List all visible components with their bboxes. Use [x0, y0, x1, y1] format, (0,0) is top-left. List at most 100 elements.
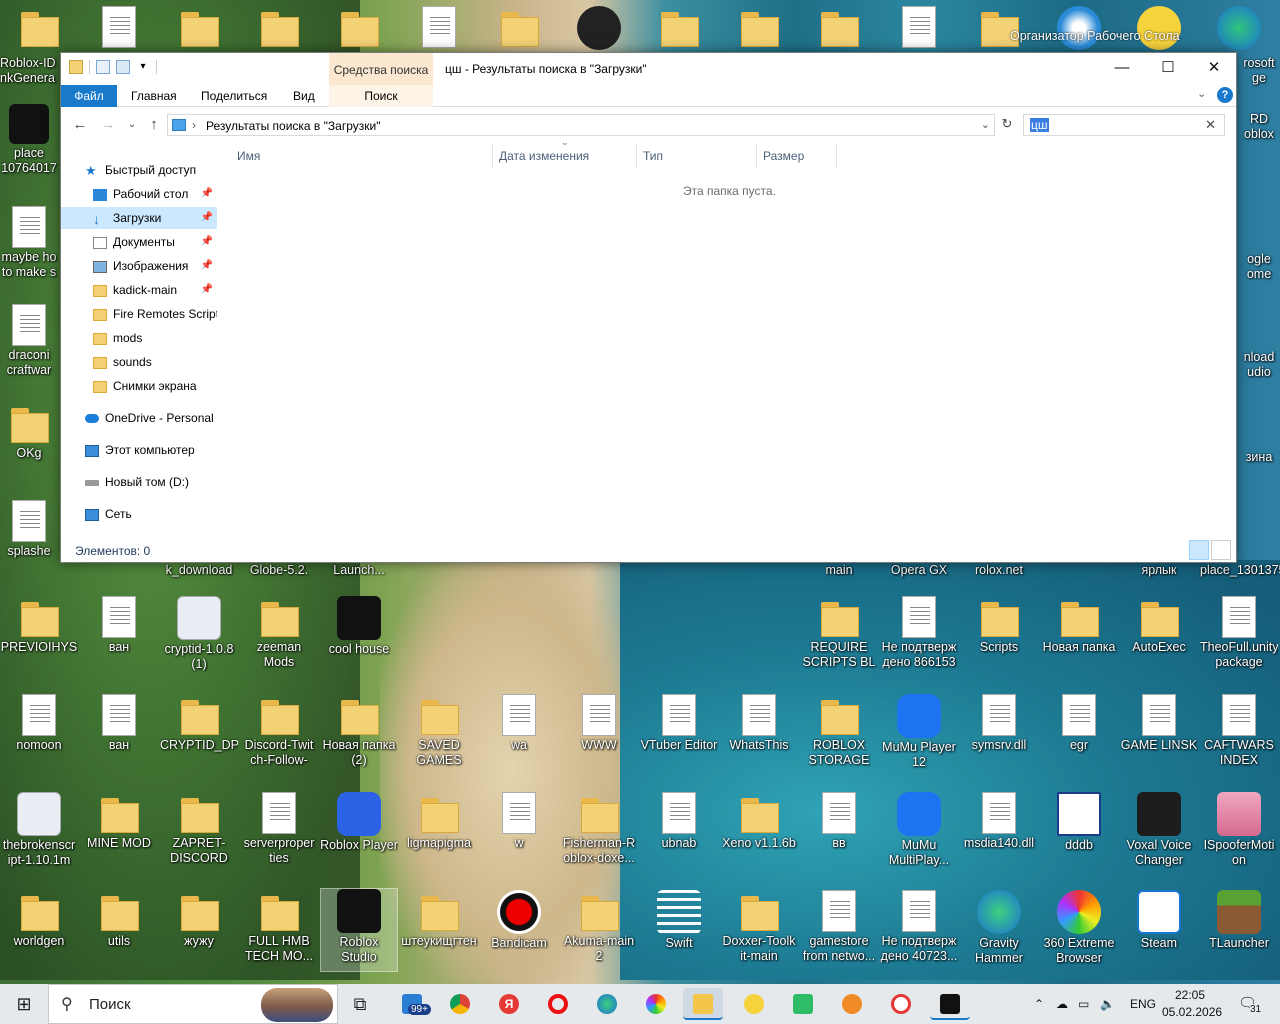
nav-screenshots[interactable]: Снимки экрана [61, 375, 217, 397]
taskbar-roblox[interactable] [930, 988, 970, 1020]
desktop-icon[interactable]: Voxal Voice Changer [1120, 792, 1198, 868]
desktop-icon[interactable] [960, 6, 1038, 50]
desktop-icon[interactable] [0, 6, 78, 50]
back-button[interactable]: ← [69, 116, 91, 133]
desktop-icon-label[interactable]: nload udio [1238, 350, 1280, 380]
desktop-icon[interactable]: cool house [320, 596, 398, 672]
language-indicator[interactable]: ENG [1130, 984, 1156, 1024]
desktop-icon[interactable]: w [480, 792, 558, 866]
clear-search-icon[interactable]: ✕ [1205, 117, 1216, 133]
start-button[interactable]: ⊞ [0, 984, 48, 1024]
desktop-icon[interactable]: ван [80, 596, 158, 670]
desktop-icon[interactable]: вв [800, 792, 878, 866]
tab-file[interactable]: Файл [61, 85, 117, 107]
desktop-icon[interactable]: maybe ho to make s [0, 206, 58, 280]
tab-search[interactable]: Поиск [329, 85, 433, 107]
desktop-icon[interactable]: worldgen [0, 890, 78, 964]
desktop-icon-label[interactable]: Launch... [320, 563, 398, 578]
ribbon-expand-icon[interactable]: ⌄ [1197, 87, 1206, 100]
title-bar[interactable]: ▾ Средства поиска цш - Результаты поиска… [61, 53, 1236, 85]
address-box[interactable]: › Результаты поиска в "Загрузки" ⌄ [167, 114, 995, 136]
desktop-icon[interactable]: Fisherman-R oblox-doxe... [560, 792, 638, 866]
desktop-icon[interactable]: gamestore from netwo... [800, 890, 878, 964]
desktop-icon-label[interactable]: rosoft ge [1238, 56, 1280, 86]
desktop-icon[interactable]: штеукищгтен [400, 890, 478, 964]
forward-button[interactable]: → [97, 116, 119, 133]
nav-documents[interactable]: Документы 📌 [61, 231, 217, 253]
desktop-icon[interactable] [240, 6, 318, 50]
desktop-icon[interactable]: ubnab [640, 792, 718, 866]
desktop-icon-label[interactable]: Opera GX [880, 563, 958, 578]
desktop-icon[interactable]: WhatsThis [720, 694, 798, 768]
tab-share[interactable]: Поделиться [191, 85, 277, 107]
nav-kadick-main[interactable]: kadick-main 📌 [61, 279, 217, 301]
desktop-icon[interactable]: msdia140.dll [960, 792, 1038, 866]
nav-mods[interactable]: mods [61, 327, 217, 349]
nav-fire-remotes[interactable]: Fire Remotes Scripts [61, 303, 217, 325]
desktop-icon[interactable]: Не подтверж дено 866153 [880, 596, 958, 670]
taskbar-mail[interactable]: 99+ [392, 988, 432, 1020]
taskbar-yandex[interactable]: Я [489, 988, 529, 1020]
close-button[interactable]: ✕ [1191, 53, 1237, 83]
up-button[interactable]: ↑ [143, 116, 165, 133]
column-type[interactable]: Тип [637, 143, 757, 169]
desktop-icon[interactable]: PREVIOIHYS [0, 596, 78, 670]
desktop-icon[interactable]: zeeman Mods [240, 596, 318, 670]
desktop-icon[interactable]: Roblox Player [320, 792, 398, 868]
desktop-icon-label[interactable]: Roblox-ID nkGenera [0, 56, 58, 86]
clock[interactable]: 22:05 05.02.2026 [1162, 987, 1222, 1021]
desktop-icon[interactable] [320, 6, 398, 50]
desktop-icon[interactable]: жужу [160, 890, 238, 964]
desktop-icon[interactable]: egr [1040, 694, 1118, 768]
taskbar-edge[interactable] [587, 988, 627, 1020]
qat-dropdown-icon[interactable]: ▾ [136, 60, 150, 74]
desktop-icon[interactable]: draconi craftwar [0, 304, 58, 378]
desktop-icon[interactable]: GAME LINSK [1120, 694, 1198, 768]
tab-home[interactable]: Главная [121, 85, 187, 107]
desktop-icon[interactable]: splashe [0, 500, 58, 574]
desktop-icon[interactable]: Xeno v1.1.6b [720, 792, 798, 866]
nav-pictures[interactable]: Изображения 📌 [61, 255, 217, 277]
desktop-icon[interactable]: TheoFull.unity package [1200, 596, 1278, 670]
new-folder-icon[interactable] [116, 60, 130, 74]
nav-sounds[interactable]: sounds [61, 351, 217, 373]
help-icon[interactable]: ? [1217, 87, 1233, 103]
show-hidden-icons[interactable]: ⌃ [1034, 984, 1044, 1024]
desktop-icon[interactable]: symsrv.dll [960, 694, 1038, 768]
nav-network[interactable]: Сеть [61, 503, 217, 525]
desktop-icon[interactable]: ISpooferMoti on [1200, 792, 1278, 868]
large-icons-view-button[interactable] [1211, 540, 1231, 560]
desktop-icon[interactable] [880, 6, 958, 50]
task-view-icon[interactable]: ⧉ [340, 988, 380, 1020]
network-tray-icon[interactable]: ▭ [1078, 984, 1089, 1024]
taskbar-360[interactable] [636, 988, 676, 1020]
search-input[interactable]: цш ✕ [1023, 114, 1225, 136]
desktop-icon-label[interactable]: ярлык [1120, 563, 1198, 578]
volume-icon[interactable]: 🔈 [1100, 984, 1115, 1024]
desktop-icon[interactable]: Новая папка (2) [320, 694, 398, 768]
taskbar-opera[interactable] [538, 988, 578, 1020]
desktop-icon[interactable]: thebrokenscr ipt-1.10.1m [0, 792, 78, 868]
desktop-icon[interactable]: VTuber Editor [640, 694, 718, 768]
taskbar-app-green[interactable] [783, 988, 823, 1020]
desktop-icon-label[interactable]: RD oblox [1238, 112, 1280, 142]
details-view-button[interactable] [1189, 540, 1209, 560]
desktop-icon[interactable] [720, 6, 798, 50]
desktop-icon[interactable] [800, 6, 878, 50]
desktop-icon[interactable]: ZAPRET-DISCORD [160, 792, 238, 866]
desktop-icon[interactable]: Steam [1120, 890, 1198, 966]
desktop-icon[interactable]: Scripts [960, 596, 1038, 670]
desktop-icon[interactable]: Doxxer-Toolk it-main [720, 890, 798, 964]
desktop-icon[interactable]: MuMu MultiPlay... [880, 792, 958, 868]
desktop-icon-label[interactable]: ogle ome [1238, 252, 1280, 282]
refresh-button[interactable]: ↻ [997, 116, 1017, 136]
onedrive-tray-icon[interactable]: ☁ [1056, 984, 1068, 1024]
column-size[interactable]: Размер [757, 143, 837, 169]
desktop-icon[interactable]: CAFTWARS INDEX [1200, 694, 1278, 768]
desktop-icon-label[interactable]: k_download [160, 563, 238, 578]
desktop-icon[interactable]: nomoon [0, 694, 78, 768]
desktop-icon-selected[interactable]: Roblox Studio [320, 888, 398, 972]
desktop-icon[interactable] [160, 6, 238, 50]
desktop-icon[interactable]: Akuma-main 2 [560, 890, 638, 964]
desktop-icon[interactable]: AutoExec [1120, 596, 1198, 670]
